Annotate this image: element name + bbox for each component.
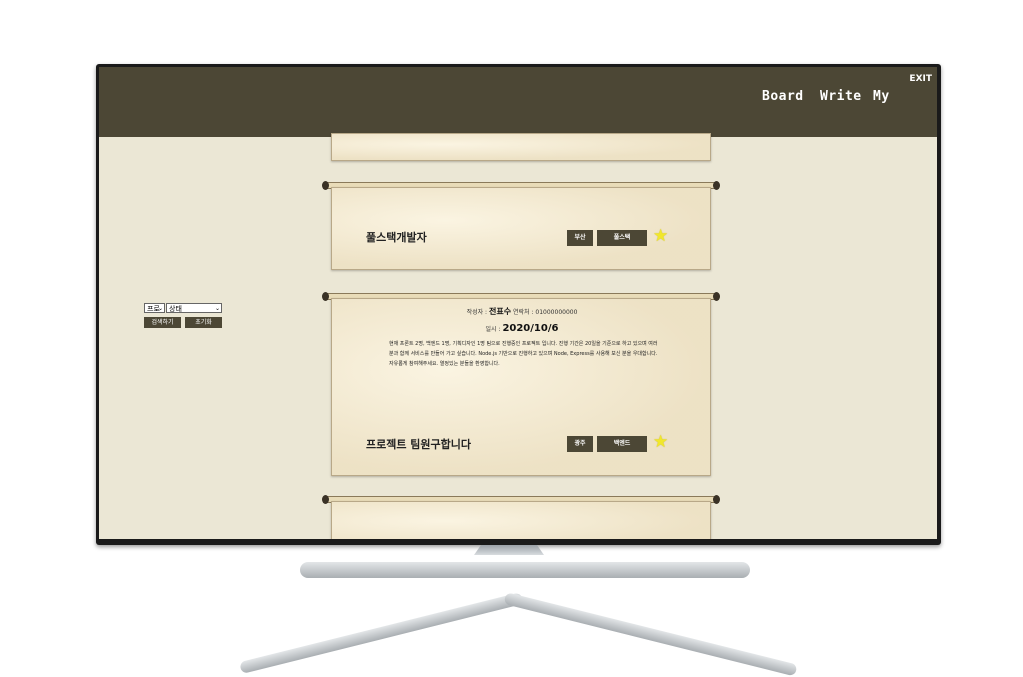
tv-frame: Board Write My EXIT 프로 ⌄ 상태 ⌄ 검색하기 초기화 풀…	[96, 64, 941, 545]
tv-stand-neck	[474, 545, 544, 555]
tv-stand-back-leg	[300, 562, 750, 578]
tv-stand-left-leg	[239, 592, 524, 674]
status-select[interactable]: 상태 ⌄	[166, 303, 222, 313]
chevron-down-icon: ⌄	[214, 305, 220, 312]
position-tag: 풀스택	[597, 230, 647, 246]
date-label: 일시 :	[485, 326, 501, 333]
nav-write[interactable]: Write	[820, 89, 862, 104]
date-value: 2020/10/6	[502, 323, 559, 334]
exit-button[interactable]: EXIT	[909, 74, 932, 84]
top-navbar: Board Write My EXIT	[99, 67, 937, 137]
chevron-down-icon: ⌄	[157, 305, 163, 312]
post-date: 일시 : 2020/10/6	[332, 323, 712, 334]
nav-my[interactable]: My	[873, 89, 890, 104]
region-tag: 광주	[567, 436, 593, 452]
post-title: 풀스택개발자	[366, 231, 427, 244]
position-tag: 백엔드	[597, 436, 647, 452]
search-button[interactable]: 검색하기	[144, 317, 181, 328]
post-description: 현재 프론트 2명, 백엔드 1명, 기획디자인 1명 팀으로 진행중인 프로젝…	[389, 341, 658, 367]
post-card-partial	[331, 133, 711, 161]
contact-info: 연락처 : 01000000000	[513, 309, 578, 316]
post-card[interactable]: 풀스택개발자 부산 풀스택 ★	[331, 187, 711, 270]
star-icon[interactable]: ★	[653, 228, 668, 245]
star-icon[interactable]: ★	[653, 434, 668, 451]
post-meta: 작성자 : 전표수 연락처 : 01000000000	[332, 306, 712, 317]
app-screen: Board Write My EXIT 프로 ⌄ 상태 ⌄ 검색하기 초기화 풀…	[99, 67, 937, 539]
region-tag: 부산	[567, 230, 593, 246]
nav-board[interactable]: Board	[762, 89, 804, 104]
reset-button[interactable]: 초기화	[185, 317, 222, 328]
post-title: 프로젝트 팀원구합니다	[366, 438, 472, 451]
author-label: 작성자 :	[466, 309, 488, 316]
status-select-value: 상태	[169, 305, 182, 313]
region-select[interactable]: 프로 ⌄	[144, 303, 165, 313]
post-card[interactable]: 작성자 : 전표수 연락처 : 01000000000 일시 : 2020/10…	[331, 298, 711, 476]
tv-stand-right-leg	[503, 592, 798, 677]
post-card-partial	[331, 501, 711, 539]
author-name: 전표수	[489, 307, 512, 316]
